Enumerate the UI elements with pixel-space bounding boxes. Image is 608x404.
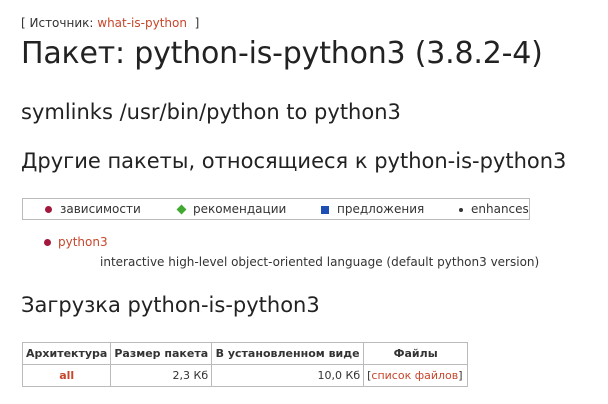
file-list-link[interactable]: список файлов: [371, 369, 458, 382]
red-dot-icon: [44, 239, 51, 246]
legend-depends-label: зависимости: [60, 202, 141, 216]
red-dot-icon: [45, 206, 52, 213]
list-item: python3: [44, 235, 108, 249]
download-heading: Загрузка python-is-python3: [21, 293, 320, 317]
source-prefix: [ Источник:: [21, 16, 98, 30]
green-diamond-icon: [176, 204, 187, 215]
installed-size-cell: 10,0 Кб: [211, 364, 365, 387]
dependency-link-python3[interactable]: python3: [58, 235, 108, 249]
legend-depends: зависимости: [45, 202, 141, 216]
header-installed-size: В установленном виде: [211, 342, 365, 365]
legend-recommends-label: рекомендации: [193, 202, 287, 216]
header-architecture: Архитектура: [21, 342, 112, 365]
page-title: Пакет: python-is-python3 (3.8.2-4): [21, 36, 543, 71]
source-suffix: ]: [194, 16, 200, 30]
dependency-description: interactive high-level object-oriented l…: [100, 255, 540, 269]
dependency-list: python3 interactive high-level object-or…: [44, 235, 539, 269]
download-table: Архитектура Размер пакета В установленно…: [21, 342, 469, 387]
table-header-row: Архитектура Размер пакета В установленно…: [21, 342, 469, 365]
blue-square-icon: [321, 205, 329, 214]
legend-recommends: рекомендации: [176, 202, 287, 216]
legend-suggests-label: предложения: [337, 202, 425, 216]
source-line: [ Источник: what-is-python ]: [21, 16, 199, 30]
relation-legend: зависимости рекомендации предложения enh…: [22, 198, 530, 220]
header-files: Файлы: [363, 342, 469, 365]
legend-enhances-label: enhances: [471, 202, 529, 216]
source-link[interactable]: what-is-python: [97, 16, 187, 30]
package-size-cell: 2,3 Кб: [110, 364, 213, 387]
header-package-size: Размер пакета: [110, 342, 213, 365]
table-row: all 2,3 Кб 10,0 Кб [список файлов]: [21, 364, 469, 387]
arch-link-all[interactable]: all: [59, 369, 74, 382]
legend-enhances: enhances: [457, 202, 529, 216]
arch-cell: all: [21, 364, 112, 387]
package-short-description: symlinks /usr/bin/python to python3: [21, 100, 401, 124]
files-bracket-close: ]: [458, 369, 463, 382]
legend-suggests: предложения: [321, 202, 424, 216]
files-cell: [список файлов]: [363, 364, 469, 387]
black-dot-icon: [459, 207, 463, 212]
related-packages-heading: Другие пакеты, относящиеся к python-is-p…: [21, 149, 567, 173]
